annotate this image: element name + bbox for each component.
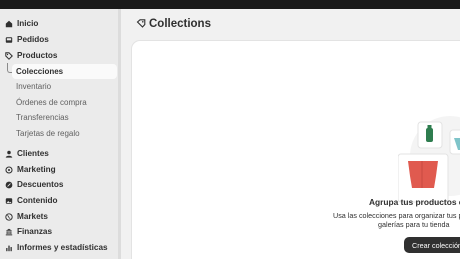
sidebar-subitem-tarjetas-de-regalo[interactable]: Tarjetas de regalo	[16, 126, 116, 141]
sidebar-subitem-label: Colecciones	[16, 67, 64, 76]
sidebar-subitem-transferencias[interactable]: Transferencias	[16, 110, 116, 125]
sidebar-subitem-inventario[interactable]: Inventario	[16, 79, 116, 94]
top-bar	[0, 0, 460, 13]
create-collection-button[interactable]: Crear colección	[404, 237, 460, 253]
empty-state-description-line1: Usa las colecciones para organizar tus p	[333, 211, 460, 220]
collections-illustration	[398, 116, 460, 203]
create-collection-label: Crear colección	[412, 240, 460, 250]
sidebar-item-label: Productos	[17, 51, 58, 60]
main-content: Collections Agrupa tus productos en Usa …	[121, 9, 460, 259]
sidebar-item-label: Finanzas	[17, 227, 53, 236]
collection-tag-icon	[136, 19, 146, 28]
sidebar-subitem-label: Transferencias	[16, 113, 69, 122]
sidebar-item-marketing[interactable]: Marketing	[0, 162, 118, 177]
sidebar-item-label: Informes y estadísticas	[17, 243, 108, 252]
sidebar-subitem-ordenes-de-compra[interactable]: Órdenes de compra	[16, 95, 116, 110]
page-title-text: Collections	[149, 18, 211, 30]
sidebar-item-label: Pedidos	[17, 35, 49, 44]
shopify-logo[interactable]	[2, 0, 42, 13]
sidebar-subitem-colecciones[interactable]: Colecciones	[12, 64, 117, 79]
sidebar-item-clientes[interactable]: Clientes	[0, 146, 118, 161]
sidebar-item-label: Clientes	[17, 149, 49, 158]
sidebar-subitem-label: Inventario	[16, 82, 52, 91]
sidebar-subitem-label: Tarjetas de regalo	[16, 129, 80, 138]
target-icon	[4, 165, 13, 174]
sidebar-subitem-label: Órdenes de compra	[16, 98, 87, 107]
page-title: Collections	[136, 18, 211, 30]
sidebar-item-markets[interactable]: Markets	[0, 209, 118, 224]
person-icon	[4, 149, 13, 158]
sidebar-item-inicio[interactable]: Inicio	[0, 16, 118, 31]
discount-icon	[4, 180, 13, 189]
tag-icon	[4, 51, 13, 60]
sidebar-item-contenido[interactable]: Contenido	[0, 193, 118, 208]
globe-icon	[4, 212, 13, 221]
sidebar-item-informes[interactable]: Informes y estadísticas	[0, 240, 118, 255]
sidebar-item-pedidos[interactable]: Pedidos	[0, 32, 118, 47]
empty-state-title: Agrupa tus productos en	[369, 197, 460, 207]
empty-state-description-line2: galerías para tu tienda	[378, 220, 450, 229]
sidebar-item-label: Contenido	[17, 196, 58, 205]
sidebar: Inicio Pedidos Productos Colecciones Inv…	[0, 9, 121, 259]
bank-icon	[4, 227, 13, 236]
sidebar-item-label: Inicio	[17, 19, 39, 28]
chart-icon	[4, 243, 13, 252]
sidebar-item-descuentos[interactable]: Descuentos	[0, 177, 118, 192]
sidebar-item-label: Descuentos	[17, 180, 64, 189]
inbox-icon	[4, 35, 13, 44]
sidebar-item-label: Marketing	[17, 165, 56, 174]
sidebar-item-label: Markets	[17, 212, 48, 221]
image-icon	[4, 196, 13, 205]
sidebar-item-finanzas[interactable]: Finanzas	[0, 224, 118, 239]
sidebar-item-productos[interactable]: Productos	[0, 48, 118, 63]
home-icon	[4, 19, 13, 28]
